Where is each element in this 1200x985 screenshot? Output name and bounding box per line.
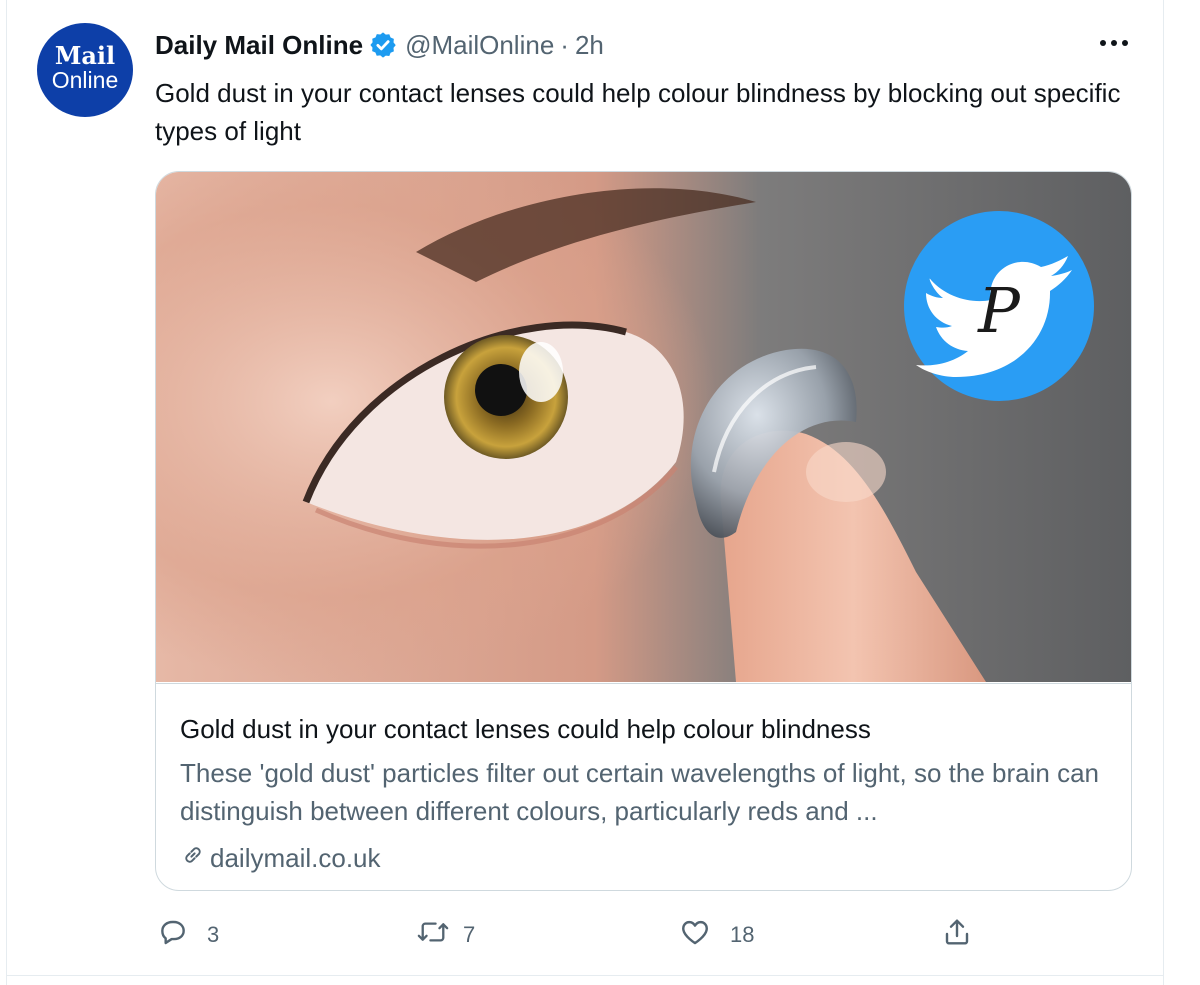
avatar-line-1: Mail	[54, 41, 116, 70]
link-card[interactable]: P Gold dust in your contact lenses could…	[155, 171, 1132, 891]
share-icon	[941, 916, 973, 954]
column-border-left	[6, 0, 7, 985]
card-title[interactable]: Gold dust in your contact lenses could h…	[180, 714, 871, 745]
tweet-divider	[6, 975, 1164, 976]
action-bar: 3 7 18	[0, 912, 1200, 958]
card-image[interactable]: P	[156, 172, 1131, 682]
like-count: 18	[730, 922, 755, 947]
display-name[interactable]: Daily Mail Online	[155, 30, 363, 61]
like-button[interactable]: 18	[678, 912, 754, 958]
handle[interactable]: @MailOnline	[405, 30, 554, 61]
reply-button[interactable]: 3	[157, 912, 219, 958]
svg-text:P: P	[977, 274, 1021, 347]
card-domain: dailymail.co.uk	[210, 843, 381, 873]
column-border-right	[1163, 0, 1164, 985]
link-icon	[180, 842, 206, 875]
card-domain-row[interactable]: dailymail.co.uk	[180, 842, 381, 875]
avatar[interactable]: Mail Online	[37, 23, 133, 117]
card-body[interactable]: Gold dust in your contact lenses could h…	[156, 683, 1131, 890]
reply-icon	[157, 916, 189, 954]
tweet-text: Gold dust in your contact lenses could h…	[155, 78, 1121, 146]
retweet-button[interactable]: 7	[415, 912, 475, 958]
avatar-line-2: Online	[51, 67, 119, 93]
reply-count: 3	[207, 922, 220, 947]
separator-dot: ·	[560, 29, 569, 60]
share-button[interactable]	[941, 912, 973, 958]
verified-badge-icon	[369, 31, 397, 59]
retweet-count: 7	[463, 922, 476, 947]
card-description: These 'gold dust' particles filter out c…	[180, 758, 1099, 826]
timestamp[interactable]: 2h	[575, 30, 604, 61]
retweet-icon	[415, 916, 451, 954]
more-options-icon[interactable]	[1096, 33, 1132, 53]
tweet-header: Daily Mail Online @MailOnline · 2h	[155, 28, 604, 62]
twitter-bird-icon: P	[904, 211, 1094, 401]
heart-icon	[678, 916, 712, 954]
